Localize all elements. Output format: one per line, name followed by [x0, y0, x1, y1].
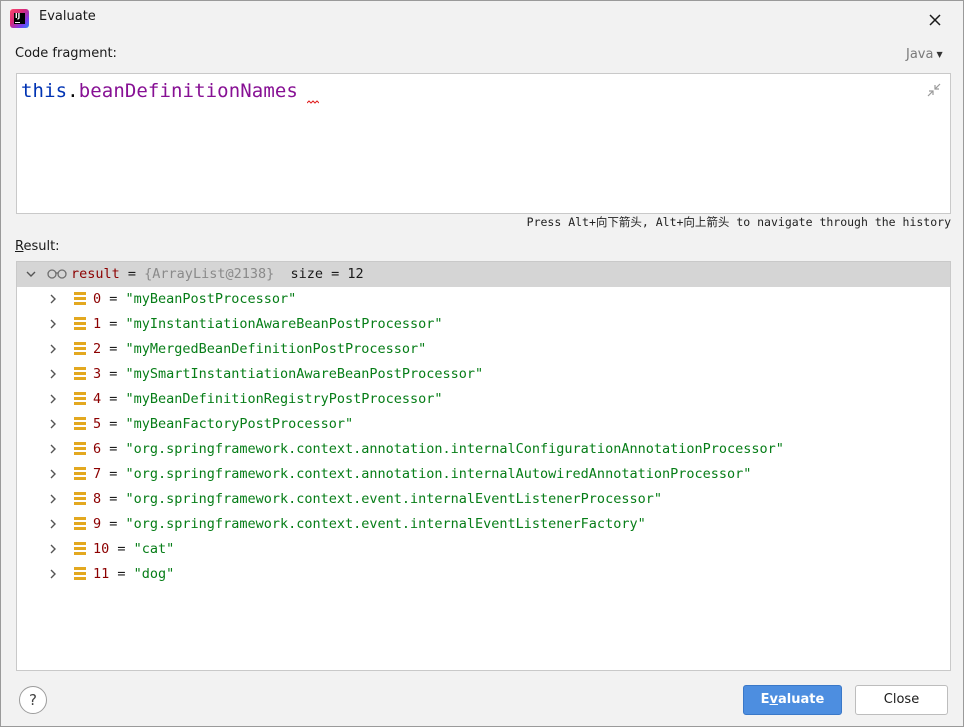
- tree-row-root[interactable]: result = {ArrayList@2138} size = 12: [17, 262, 950, 287]
- evaluate-button[interactable]: Evaluate: [743, 685, 842, 715]
- item-value: "org.springframework.context.annotation.…: [125, 441, 784, 457]
- chevron-right-icon[interactable]: [47, 518, 59, 530]
- tree-row[interactable]: 11 = "dog": [17, 562, 950, 587]
- glasses-icon: [47, 268, 67, 280]
- title-bar: IJ Evaluate: [1, 1, 963, 35]
- tree-row-text: 0 = "myBeanPostProcessor": [93, 291, 297, 307]
- language-select[interactable]: Java ▼: [906, 47, 943, 62]
- tree-row[interactable]: 3 = "mySmartInstantiationAwareBeanPostPr…: [17, 362, 950, 387]
- chevron-right-icon[interactable]: [47, 393, 59, 405]
- code-line[interactable]: this.beanDefinitionNames: [21, 80, 298, 102]
- item-index: 4: [93, 391, 102, 407]
- root-text: result = {ArrayList@2138} size = 12: [71, 266, 364, 282]
- chevron-down-icon: ▼: [936, 50, 943, 59]
- close-button[interactable]: Close: [855, 685, 948, 715]
- item-index: 0: [93, 291, 102, 307]
- item-value: "myBeanPostProcessor": [125, 291, 297, 307]
- tree-row[interactable]: 2 = "myMergedBeanDefinitionPostProcessor…: [17, 337, 950, 362]
- history-hint: Press Alt+向下箭头, Alt+向上箭头 to navigate thr…: [526, 215, 951, 229]
- item-value: "mySmartInstantiationAwareBeanPostProces…: [125, 366, 484, 382]
- chevron-right-icon[interactable]: [47, 343, 59, 355]
- array-element-icon: [74, 567, 86, 581]
- item-index: 11: [93, 566, 110, 582]
- tree-row[interactable]: 6 = "org.springframework.context.annotat…: [17, 437, 950, 462]
- item-value: "org.springframework.context.annotation.…: [125, 466, 752, 482]
- tree-row-text: 8 = "org.springframework.context.event.i…: [93, 491, 662, 507]
- tree-row-text: 1 = "myInstantiationAwareBeanPostProcess…: [93, 316, 443, 332]
- code-field: beanDefinitionNames: [78, 80, 298, 102]
- chevron-right-icon[interactable]: [47, 418, 59, 430]
- array-element-icon: [74, 292, 86, 306]
- result-label: Result:: [15, 239, 60, 254]
- tree-row-text: 5 = "myBeanFactoryPostProcessor": [93, 416, 354, 432]
- close-icon[interactable]: [924, 9, 946, 31]
- chevron-right-icon[interactable]: [47, 568, 59, 580]
- item-value: "myBeanDefinitionRegistryPostProcessor": [125, 391, 443, 407]
- chevron-right-icon[interactable]: [47, 443, 59, 455]
- code-dot: .: [67, 80, 79, 102]
- tree-row-text: 4 = "myBeanDefinitionRegistryPostProcess…: [93, 391, 443, 407]
- array-element-icon: [74, 417, 86, 431]
- array-element-icon: [74, 342, 86, 356]
- tree-row-text: 6 = "org.springframework.context.annotat…: [93, 441, 784, 457]
- array-element-icon: [74, 542, 86, 556]
- tree-row[interactable]: 0 = "myBeanPostProcessor": [17, 287, 950, 312]
- array-element-icon: [74, 467, 86, 481]
- item-value: "org.springframework.context.event.inter…: [125, 491, 662, 507]
- tree-row[interactable]: 5 = "myBeanFactoryPostProcessor": [17, 412, 950, 437]
- item-index: 8: [93, 491, 102, 507]
- tree-row-text: 2 = "myMergedBeanDefinitionPostProcessor…: [93, 341, 427, 357]
- tree-row-text: 11 = "dog": [93, 566, 175, 582]
- chevron-right-icon[interactable]: [47, 293, 59, 305]
- item-value: "myInstantiationAwareBeanPostProcessor": [125, 316, 443, 332]
- chevron-down-icon[interactable]: [25, 268, 37, 280]
- array-element-icon: [74, 317, 86, 331]
- item-value: "cat": [133, 541, 175, 557]
- tree-row-text: 7 = "org.springframework.context.annotat…: [93, 466, 752, 482]
- tree-row[interactable]: 10 = "cat": [17, 537, 950, 562]
- error-squiggle: [307, 100, 319, 104]
- result-tree[interactable]: result = {ArrayList@2138} size = 12 0 = …: [16, 261, 951, 671]
- chevron-right-icon[interactable]: [47, 493, 59, 505]
- tree-row[interactable]: 1 = "myInstantiationAwareBeanPostProcess…: [17, 312, 950, 337]
- item-index: 6: [93, 441, 102, 457]
- item-value: "org.springframework.context.event.inter…: [125, 516, 646, 532]
- tree-row[interactable]: 8 = "org.springframework.context.event.i…: [17, 487, 950, 512]
- array-element-icon: [74, 492, 86, 506]
- code-keyword: this: [21, 80, 68, 102]
- tree-row-text: 9 = "org.springframework.context.event.i…: [93, 516, 646, 532]
- item-index: 7: [93, 466, 102, 482]
- window-title: Evaluate: [39, 9, 96, 24]
- item-index: 9: [93, 516, 102, 532]
- chevron-right-icon[interactable]: [47, 318, 59, 330]
- item-index: 2: [93, 341, 102, 357]
- array-element-icon: [74, 442, 86, 456]
- chevron-right-icon[interactable]: [47, 543, 59, 555]
- collapse-icon[interactable]: [926, 82, 942, 98]
- item-index: 1: [93, 316, 102, 332]
- item-index: 5: [93, 416, 102, 432]
- item-value: "myMergedBeanDefinitionPostProcessor": [125, 341, 427, 357]
- item-value: "dog": [133, 566, 175, 582]
- item-index: 3: [93, 366, 102, 382]
- tree-row-text: 10 = "cat": [93, 541, 175, 557]
- code-editor[interactable]: this.beanDefinitionNames: [16, 73, 951, 214]
- array-element-icon: [74, 517, 86, 531]
- item-index: 10: [93, 541, 110, 557]
- chevron-right-icon[interactable]: [47, 368, 59, 380]
- tree-row[interactable]: 7 = "org.springframework.context.annotat…: [17, 462, 950, 487]
- tree-row-text: 3 = "mySmartInstantiationAwareBeanPostPr…: [93, 366, 484, 382]
- code-fragment-label: Code fragment:: [15, 46, 117, 61]
- item-value: "myBeanFactoryPostProcessor": [125, 416, 354, 432]
- tree-row[interactable]: 4 = "myBeanDefinitionRegistryPostProcess…: [17, 387, 950, 412]
- intellij-idea-icon: IJ: [10, 9, 29, 28]
- array-element-icon: [74, 367, 86, 381]
- array-element-icon: [74, 392, 86, 406]
- tree-row[interactable]: 9 = "org.springframework.context.event.i…: [17, 512, 950, 537]
- evaluate-dialog: IJ Evaluate Code fragment: Java ▼ this.be…: [0, 0, 964, 727]
- help-button[interactable]: ?: [19, 686, 47, 714]
- language-value: Java: [906, 47, 934, 62]
- chevron-right-icon[interactable]: [47, 468, 59, 480]
